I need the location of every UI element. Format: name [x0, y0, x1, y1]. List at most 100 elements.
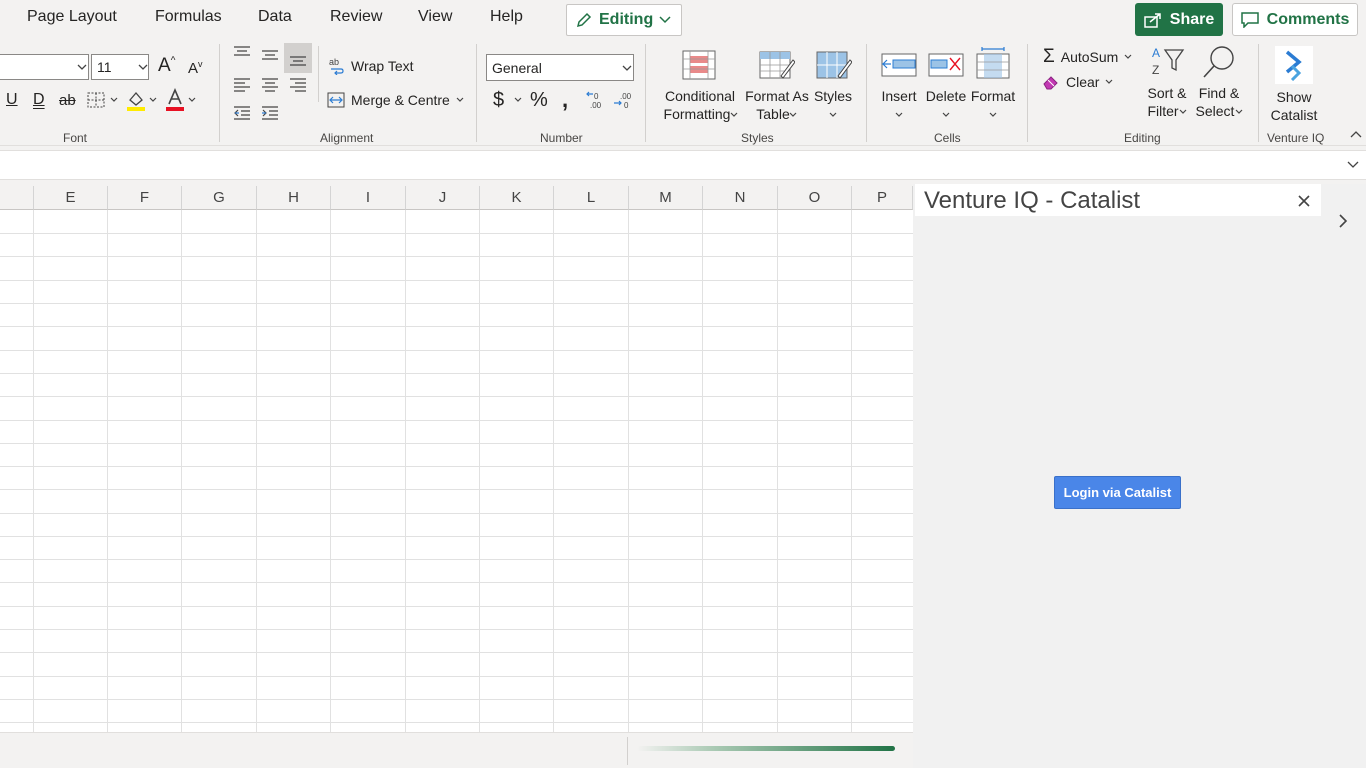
comma-style-icon[interactable]: ,: [562, 87, 568, 113]
number-format-dropdown[interactable]: General: [486, 54, 634, 81]
align-left-icon[interactable]: [233, 78, 251, 92]
menu-data[interactable]: Data: [258, 8, 292, 26]
chevron-down-icon[interactable]: [110, 97, 118, 103]
column-header-j[interactable]: J: [406, 186, 480, 210]
sort-filter-icon: AZ: [1152, 46, 1185, 77]
editing-group-label: Editing: [1124, 131, 1161, 145]
eraser-icon: [1043, 76, 1058, 90]
svg-text:.00: .00: [620, 92, 632, 101]
close-icon[interactable]: [1298, 195, 1310, 207]
borders-icon[interactable]: [86, 91, 106, 109]
horizontal-scrollbar[interactable]: [637, 746, 895, 751]
formula-bar[interactable]: [0, 150, 1366, 180]
insert-cells-button[interactable]: Insert: [876, 48, 922, 130]
column-header-f[interactable]: F: [108, 186, 182, 210]
login-via-catalist-button[interactable]: Login via Catalist: [1054, 476, 1181, 509]
catalist-logo: [1275, 46, 1313, 84]
chevron-down-icon: [730, 112, 738, 117]
chevron-down-icon[interactable]: [514, 97, 522, 103]
show-catalist-label-1: Show: [1276, 89, 1312, 105]
share-button[interactable]: Share: [1135, 3, 1223, 36]
alignment-group-label: Alignment: [320, 131, 374, 145]
font-color-icon[interactable]: [164, 88, 186, 112]
number-group-label: Number: [540, 131, 583, 145]
fill-color-icon[interactable]: [125, 89, 147, 111]
clear-button[interactable]: Clear: [1042, 74, 1113, 90]
format-as-table-icon: [759, 51, 795, 79]
align-middle-icon[interactable]: [261, 49, 279, 63]
merge-centre-button[interactable]: Merge & Centre: [327, 92, 464, 108]
find-select-label-1: Find &: [1198, 85, 1240, 101]
align-top-icon[interactable]: [233, 46, 251, 60]
format-cells-button[interactable]: Format: [970, 44, 1016, 130]
align-right-icon[interactable]: [289, 78, 307, 92]
expand-formula-bar-icon[interactable]: [1347, 161, 1359, 169]
decrease-decimal-icon[interactable]: .000: [612, 90, 634, 110]
font-name-dropdown[interactable]: [0, 54, 89, 80]
increase-font-size-icon[interactable]: A^: [158, 55, 175, 77]
share-icon: [1144, 12, 1161, 28]
task-pane-header: Venture IQ - Catalist: [915, 184, 1321, 216]
format-as-table-label-1: Format As: [745, 88, 809, 104]
increase-indent-icon[interactable]: [261, 106, 279, 120]
conditional-formatting-button[interactable]: Conditional Formatting: [655, 48, 745, 130]
menu-help[interactable]: Help: [490, 8, 523, 26]
menu-bar: Page Layout Formulas Data Review View He…: [0, 0, 1366, 40]
column-header-l[interactable]: L: [554, 186, 629, 210]
chevron-right-icon[interactable]: [1338, 214, 1348, 228]
column-header-partial[interactable]: [0, 186, 34, 210]
menu-view[interactable]: View: [418, 8, 452, 26]
sort-filter-button[interactable]: AZ Sort & Filter: [1144, 44, 1190, 124]
font-size-dropdown[interactable]: 11: [91, 54, 149, 80]
spreadsheet-grid[interactable]: E F G H I J K L M N O P: [0, 186, 913, 732]
column-header-p[interactable]: P: [852, 186, 913, 210]
column-header-o[interactable]: O: [778, 186, 852, 210]
column-header-k[interactable]: K: [480, 186, 554, 210]
catalist-icon: [1285, 50, 1302, 81]
underline-icon[interactable]: U: [6, 91, 18, 109]
menu-review[interactable]: Review: [330, 8, 382, 26]
double-underline-icon[interactable]: D: [33, 91, 45, 109]
percent-icon[interactable]: %: [530, 89, 548, 112]
editing-mode-button[interactable]: Editing: [566, 4, 682, 36]
cell-styles-label: Styles: [813, 88, 853, 104]
chevron-down-icon[interactable]: [149, 97, 157, 103]
autosum-label: AutoSum: [1060, 49, 1119, 65]
show-catalist-button[interactable]: Show Catalist: [1266, 44, 1322, 124]
align-center-icon[interactable]: [261, 78, 279, 92]
chevron-down-icon: [622, 65, 632, 71]
chevron-down-icon: [138, 64, 148, 70]
decrease-indent-icon[interactable]: [233, 106, 251, 120]
venture-iq-group-label: Venture IQ: [1267, 131, 1325, 145]
column-header-n[interactable]: N: [703, 186, 778, 210]
comments-button[interactable]: Comments: [1232, 3, 1358, 36]
chevron-down-icon: [1106, 79, 1113, 84]
merge-centre-icon: [327, 92, 345, 108]
strikethrough-icon[interactable]: ab: [59, 92, 76, 109]
separator: [219, 44, 220, 142]
cell-styles-button[interactable]: Styles: [812, 48, 854, 130]
chevron-down-icon[interactable]: [188, 97, 196, 103]
column-header-i[interactable]: I: [331, 186, 406, 210]
delete-cells-button[interactable]: Delete: [924, 48, 968, 130]
currency-icon[interactable]: $: [493, 89, 504, 112]
find-select-button[interactable]: Find & Select: [1192, 44, 1246, 124]
column-header-g[interactable]: G: [182, 186, 257, 210]
wrap-text-button[interactable]: ab Wrap Text: [329, 57, 414, 75]
autosum-button[interactable]: Σ AutoSum: [1043, 46, 1132, 68]
menu-formulas[interactable]: Formulas: [155, 8, 222, 26]
align-bottom-button[interactable]: [284, 43, 312, 73]
conditional-formatting-label-2: Formatting: [663, 106, 731, 122]
column-header-e[interactable]: E: [34, 186, 108, 210]
chevron-down-icon: [789, 112, 797, 117]
collapse-ribbon-icon[interactable]: [1350, 130, 1362, 138]
menu-page-layout[interactable]: Page Layout: [27, 8, 117, 26]
comment-icon: [1240, 11, 1259, 28]
decrease-font-size-icon[interactable]: Av: [188, 59, 203, 77]
column-header-h[interactable]: H: [257, 186, 331, 210]
format-as-table-button[interactable]: Format As Table: [744, 48, 810, 130]
wrap-text-icon: ab: [329, 57, 344, 75]
increase-decimal-icon[interactable]: 0.00: [585, 90, 607, 110]
column-header-m[interactable]: M: [629, 186, 703, 210]
magnifier-icon: [1203, 46, 1234, 78]
